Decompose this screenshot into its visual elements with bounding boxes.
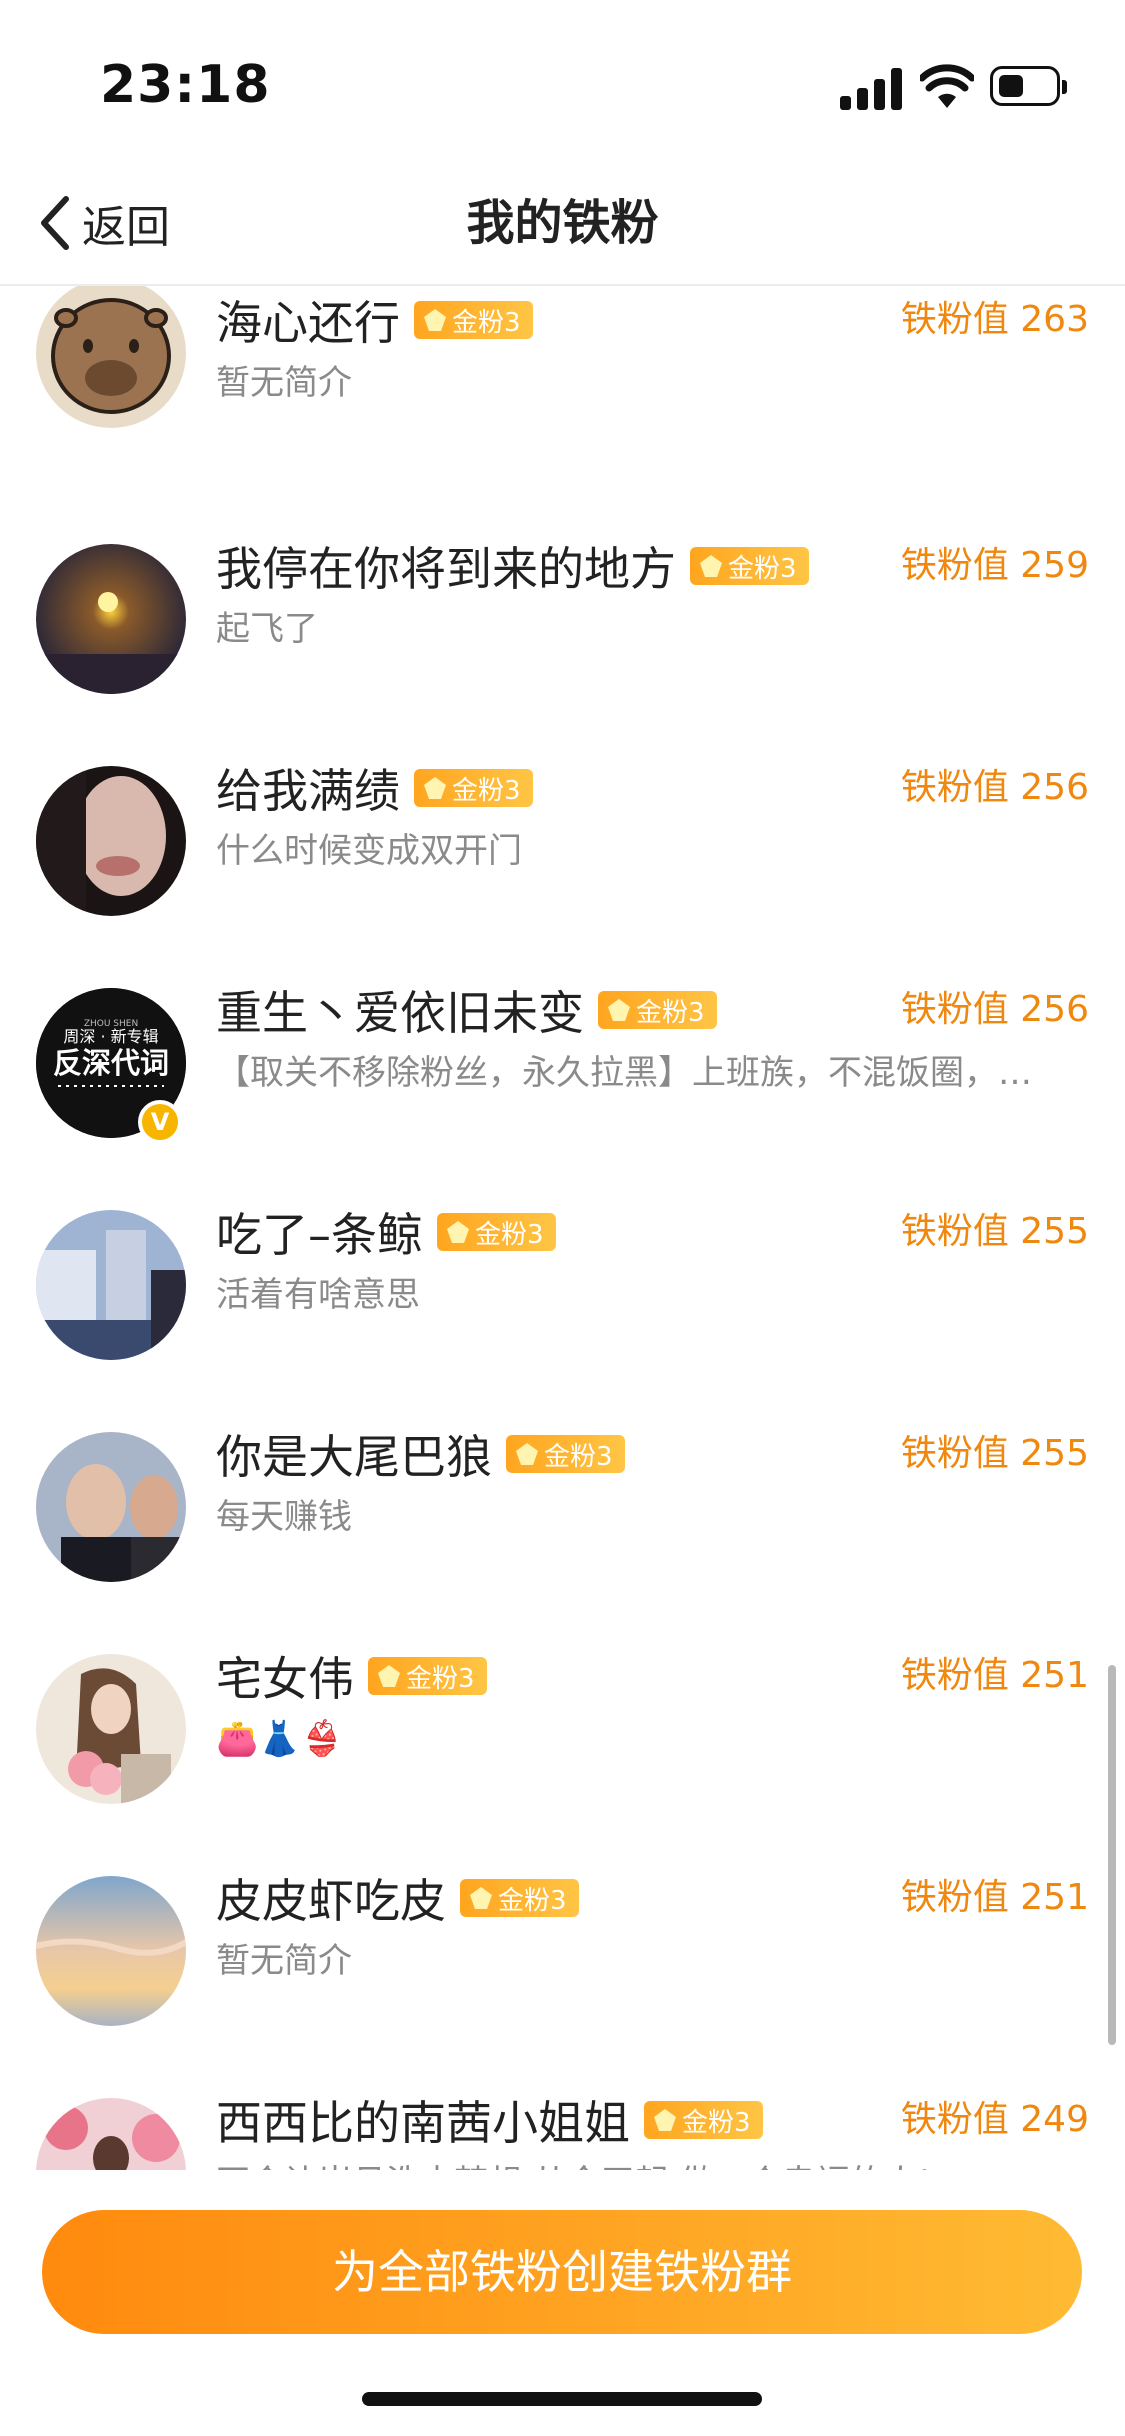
avatar[interactable]	[36, 286, 186, 428]
gem-icon	[608, 999, 630, 1021]
badge-label: 金粉3	[452, 307, 521, 338]
fan-row[interactable]: 西西比的南茜小姐姐 金粉3 铁粉值 249 不会让岁月洗去梦想.从今天起.做一个…	[0, 2062, 1125, 2170]
fan-level-badge: 金粉3	[506, 1435, 625, 1473]
fan-row[interactable]: 海心还行 金粉3 铁粉值 263 暂无简介	[0, 286, 1125, 508]
fan-name: 皮皮虾吃皮	[216, 1874, 446, 1928]
avatar[interactable]	[36, 544, 186, 694]
home-indicator[interactable]	[362, 2392, 762, 2406]
fan-row[interactable]: ZHOU SHEN 周深 · 新专辑 反深代词 V 重生丶爱依旧未变 金粉3 铁…	[0, 952, 1125, 1174]
badge-label: 金粉3	[475, 1219, 544, 1250]
badge-label: 金粉3	[682, 2107, 751, 2138]
fan-bio: 每天赚钱	[216, 1497, 352, 1537]
fan-bio: 不会让岁月洗去梦想.从今天起.做一个幸福的人!	[216, 2158, 1088, 2170]
scrollbar[interactable]	[1108, 1665, 1116, 2045]
fan-name: 我停在你将到来的地方	[216, 542, 676, 596]
fan-bio: 暂无简介	[216, 1941, 352, 1981]
fan-name-line: 海心还行 金粉3	[216, 290, 533, 350]
badge-label: 金粉3	[544, 1441, 613, 1472]
fan-score: 铁粉值 256	[900, 989, 1089, 1030]
fan-level-badge: 金粉3	[598, 991, 717, 1029]
fan-score: 铁粉值 256	[900, 767, 1089, 808]
fan-bio: 暂无简介	[216, 363, 352, 403]
fan-name: 你是大尾巴狼	[216, 1430, 492, 1484]
nav-bar: 返回 我的铁粉	[0, 160, 1125, 286]
fan-score: 铁粉值 249	[900, 2099, 1089, 2140]
fan-level-badge: 金粉3	[644, 2101, 763, 2139]
avatar[interactable]	[36, 1210, 186, 1360]
fan-name: 吃了–条鲸	[216, 1208, 423, 1262]
fan-score: 铁粉值 255	[900, 1433, 1089, 1474]
fan-name: 西西比的南茜小姐姐	[216, 2096, 630, 2150]
fan-name: 重生丶爱依旧未变	[216, 986, 584, 1040]
status-bar: 23:18	[0, 0, 1125, 160]
fan-row[interactable]: 我停在你将到来的地方 金粉3 铁粉值 259 起飞了	[0, 508, 1125, 730]
fan-name-line: 西西比的南茜小姐姐 金粉3	[216, 2090, 763, 2150]
gem-icon	[424, 777, 446, 799]
fan-bio: 【取关不移除粉丝，永久拉黑】上班族，不混饭圈，…	[216, 1053, 1032, 1093]
wifi-icon	[918, 62, 976, 110]
fan-bio: 活着有啥意思	[216, 1275, 420, 1315]
badge-label: 金粉3	[452, 775, 521, 806]
badge-label: 金粉3	[406, 1663, 475, 1694]
create-fan-group-button[interactable]: 为全部铁粉创建铁粉群	[42, 2210, 1082, 2334]
fan-name-line: 给我满绩 金粉3	[216, 758, 533, 818]
fan-level-badge: 金粉3	[414, 301, 533, 339]
battery-icon	[990, 66, 1067, 106]
badge-label: 金粉3	[728, 553, 797, 584]
fan-name-line: 我停在你将到来的地方 金粉3	[216, 536, 809, 596]
fan-name: 给我满绩	[216, 764, 400, 818]
avatar[interactable]	[36, 766, 186, 916]
cellular-signal-icon	[840, 68, 902, 110]
badge-label: 金粉3	[636, 997, 705, 1028]
avatar-caption: 周深 · 新专辑	[63, 1027, 158, 1046]
fan-bio: 起飞了	[216, 609, 318, 649]
status-time: 23:18	[100, 55, 271, 115]
fan-name-line: 你是大尾巴狼 金粉3	[216, 1424, 625, 1484]
avatar[interactable]	[36, 2098, 186, 2170]
gem-icon	[378, 1665, 400, 1687]
fan-name-line: 吃了–条鲸 金粉3	[216, 1202, 556, 1262]
fan-list[interactable]: 海心还行 金粉3 铁粉值 263 暂无简介 我停在你将到来的地方 金粉3 铁粉值…	[0, 286, 1125, 2170]
verified-icon: V	[138, 1100, 182, 1144]
fan-level-badge: 金粉3	[690, 547, 809, 585]
fan-level-badge: 金粉3	[437, 1213, 556, 1251]
page-title: 我的铁粉	[466, 195, 659, 251]
gem-icon	[470, 1887, 492, 1909]
fan-level-badge: 金粉3	[460, 1879, 579, 1917]
fan-row[interactable]: 皮皮虾吃皮 金粉3 铁粉值 251 暂无简介	[0, 1840, 1125, 2062]
avatar[interactable]	[36, 1876, 186, 2026]
fan-level-badge: 金粉3	[414, 769, 533, 807]
fan-row[interactable]: 吃了–条鲸 金粉3 铁粉值 255 活着有啥意思	[0, 1174, 1125, 1396]
fan-score: 铁粉值 251	[900, 1655, 1089, 1696]
fan-level-badge: 金粉3	[368, 1657, 487, 1695]
fan-row[interactable]: 给我满绩 金粉3 铁粉值 256 什么时候变成双开门	[0, 730, 1125, 952]
fan-name: 宅女伟	[216, 1652, 354, 1706]
fan-bio: 什么时候变成双开门	[216, 831, 522, 871]
fan-row[interactable]: 宅女伟 金粉3 铁粉值 251 👛👗👙	[0, 1618, 1125, 1840]
fan-score: 铁粉值 251	[900, 1877, 1089, 1918]
gem-icon	[516, 1443, 538, 1465]
fan-name-line: 宅女伟 金粉3	[216, 1646, 487, 1706]
fan-name-line: 重生丶爱依旧未变 金粉3	[216, 980, 717, 1040]
fan-score: 铁粉值 255	[900, 1211, 1089, 1252]
gem-icon	[424, 309, 446, 331]
gem-icon	[654, 2109, 676, 2131]
fan-row[interactable]: 你是大尾巴狼 金粉3 铁粉值 255 每天赚钱	[0, 1396, 1125, 1618]
avatar[interactable]	[36, 1654, 186, 1804]
fan-bio: 👛👗👙	[216, 1719, 344, 1759]
fan-score: 铁粉值 259	[900, 545, 1089, 586]
bottom-bar: 为全部铁粉创建铁粉群	[0, 2170, 1125, 2436]
fan-name: 海心还行	[216, 296, 400, 350]
badge-label: 金粉3	[498, 1885, 567, 1916]
gem-icon	[447, 1221, 469, 1243]
gem-icon	[700, 555, 722, 577]
fan-name-line: 皮皮虾吃皮 金粉3	[216, 1868, 579, 1928]
fan-score: 铁粉值 263	[900, 299, 1089, 340]
avatar[interactable]	[36, 1432, 186, 1582]
avatar-caption: 反深代词	[53, 1046, 169, 1080]
